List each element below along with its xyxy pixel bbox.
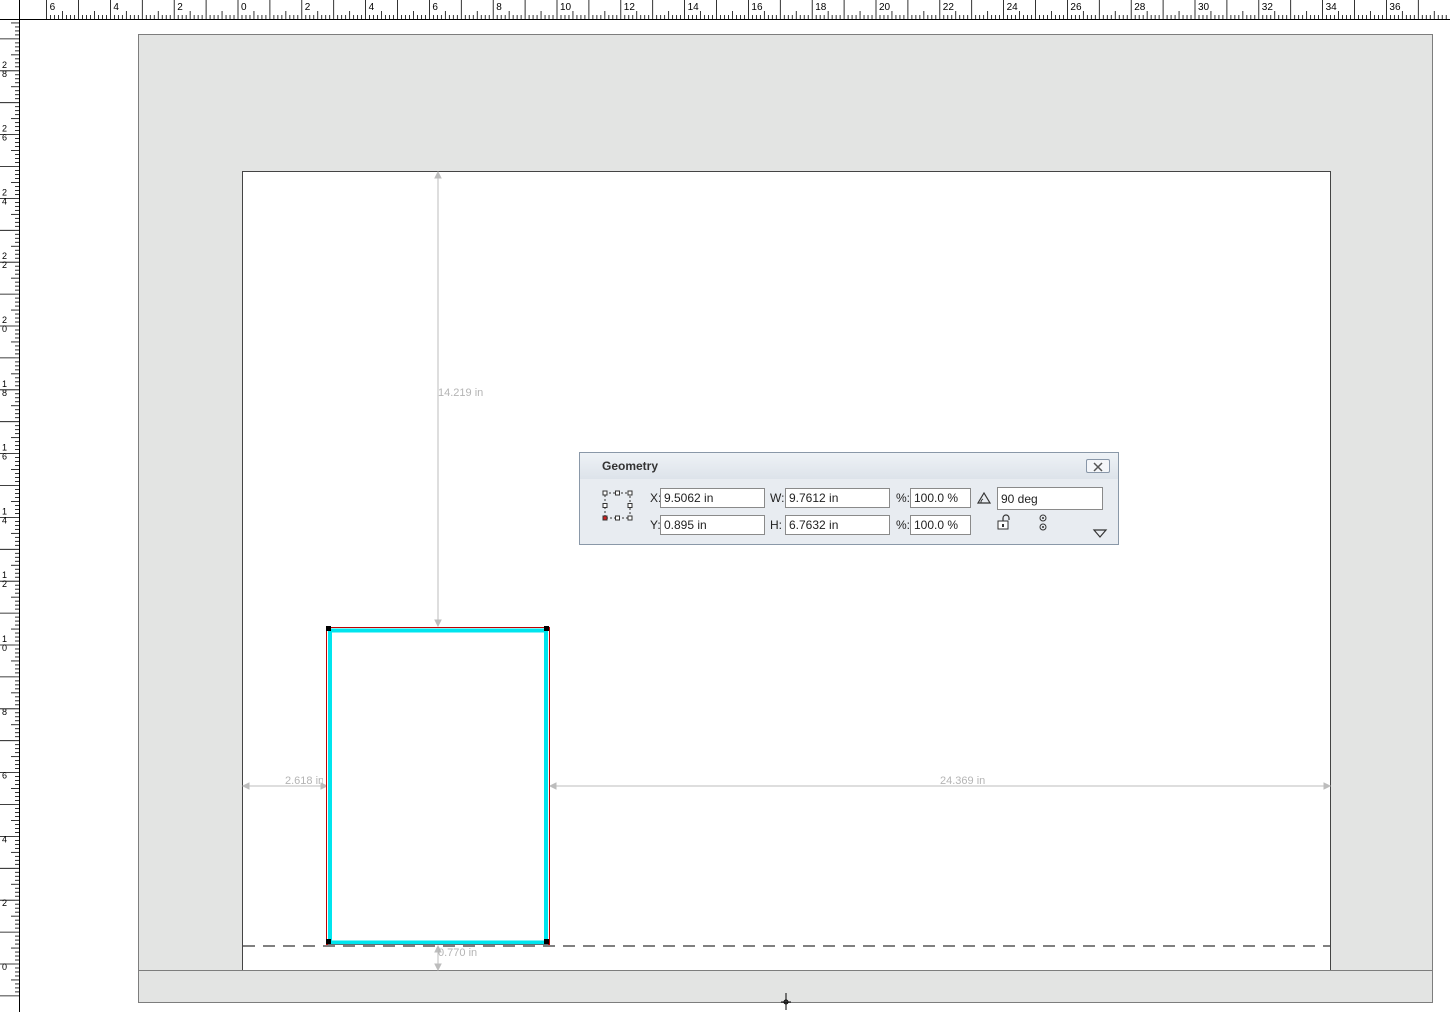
scale-x-input[interactable]: 100.0 % — [910, 488, 971, 508]
left-distance-label: 2.618 in — [285, 775, 323, 787]
h-label: H: — [770, 518, 782, 532]
geometry-panel: Geometry X: 9.5062 in Y: 0.895 in W: 9.7… — [579, 452, 1119, 545]
geometry-panel-titlebar[interactable]: Geometry — [580, 453, 1118, 479]
close-icon — [1093, 462, 1103, 472]
link-proportions-icon[interactable] — [1037, 514, 1049, 532]
reference-point-icon[interactable] — [602, 490, 634, 522]
top-distance-arrow — [434, 170, 442, 628]
selected-frame[interactable] — [326, 626, 550, 945]
height-input[interactable]: 6.7632 in — [785, 515, 890, 535]
width-input[interactable]: 9.7612 in — [785, 488, 890, 508]
frame-handle-bottom-left[interactable] — [326, 939, 331, 944]
panel-close-button[interactable] — [1086, 459, 1110, 473]
scale-y-input[interactable]: 100.0 % — [910, 515, 971, 535]
bottom-distance-label: 0.770 in — [438, 947, 478, 959]
top-distance-label: 14.219 in — [438, 387, 484, 399]
crosshair-marker — [781, 993, 791, 1010]
scale-y-label: %: — [896, 518, 911, 532]
w-label: W: — [770, 491, 785, 505]
scale-x-label: %: — [896, 491, 911, 505]
frame-handle-top-right[interactable] — [544, 626, 549, 631]
expand-triangle-icon[interactable] — [1092, 528, 1108, 538]
x-position-input[interactable]: 9.5062 in — [660, 488, 765, 508]
y-position-input[interactable]: 0.895 in — [660, 515, 765, 535]
right-distance-label: 24.369 in — [940, 775, 986, 787]
rotation-angle-icon — [976, 491, 992, 504]
rotation-input[interactable]: 90 deg — [997, 487, 1103, 510]
frame-handle-bottom-right[interactable] — [544, 939, 549, 944]
geometry-panel-title: Geometry — [602, 459, 659, 473]
lock-icon[interactable] — [996, 514, 1012, 530]
frame-handle-top-left[interactable] — [326, 626, 331, 631]
